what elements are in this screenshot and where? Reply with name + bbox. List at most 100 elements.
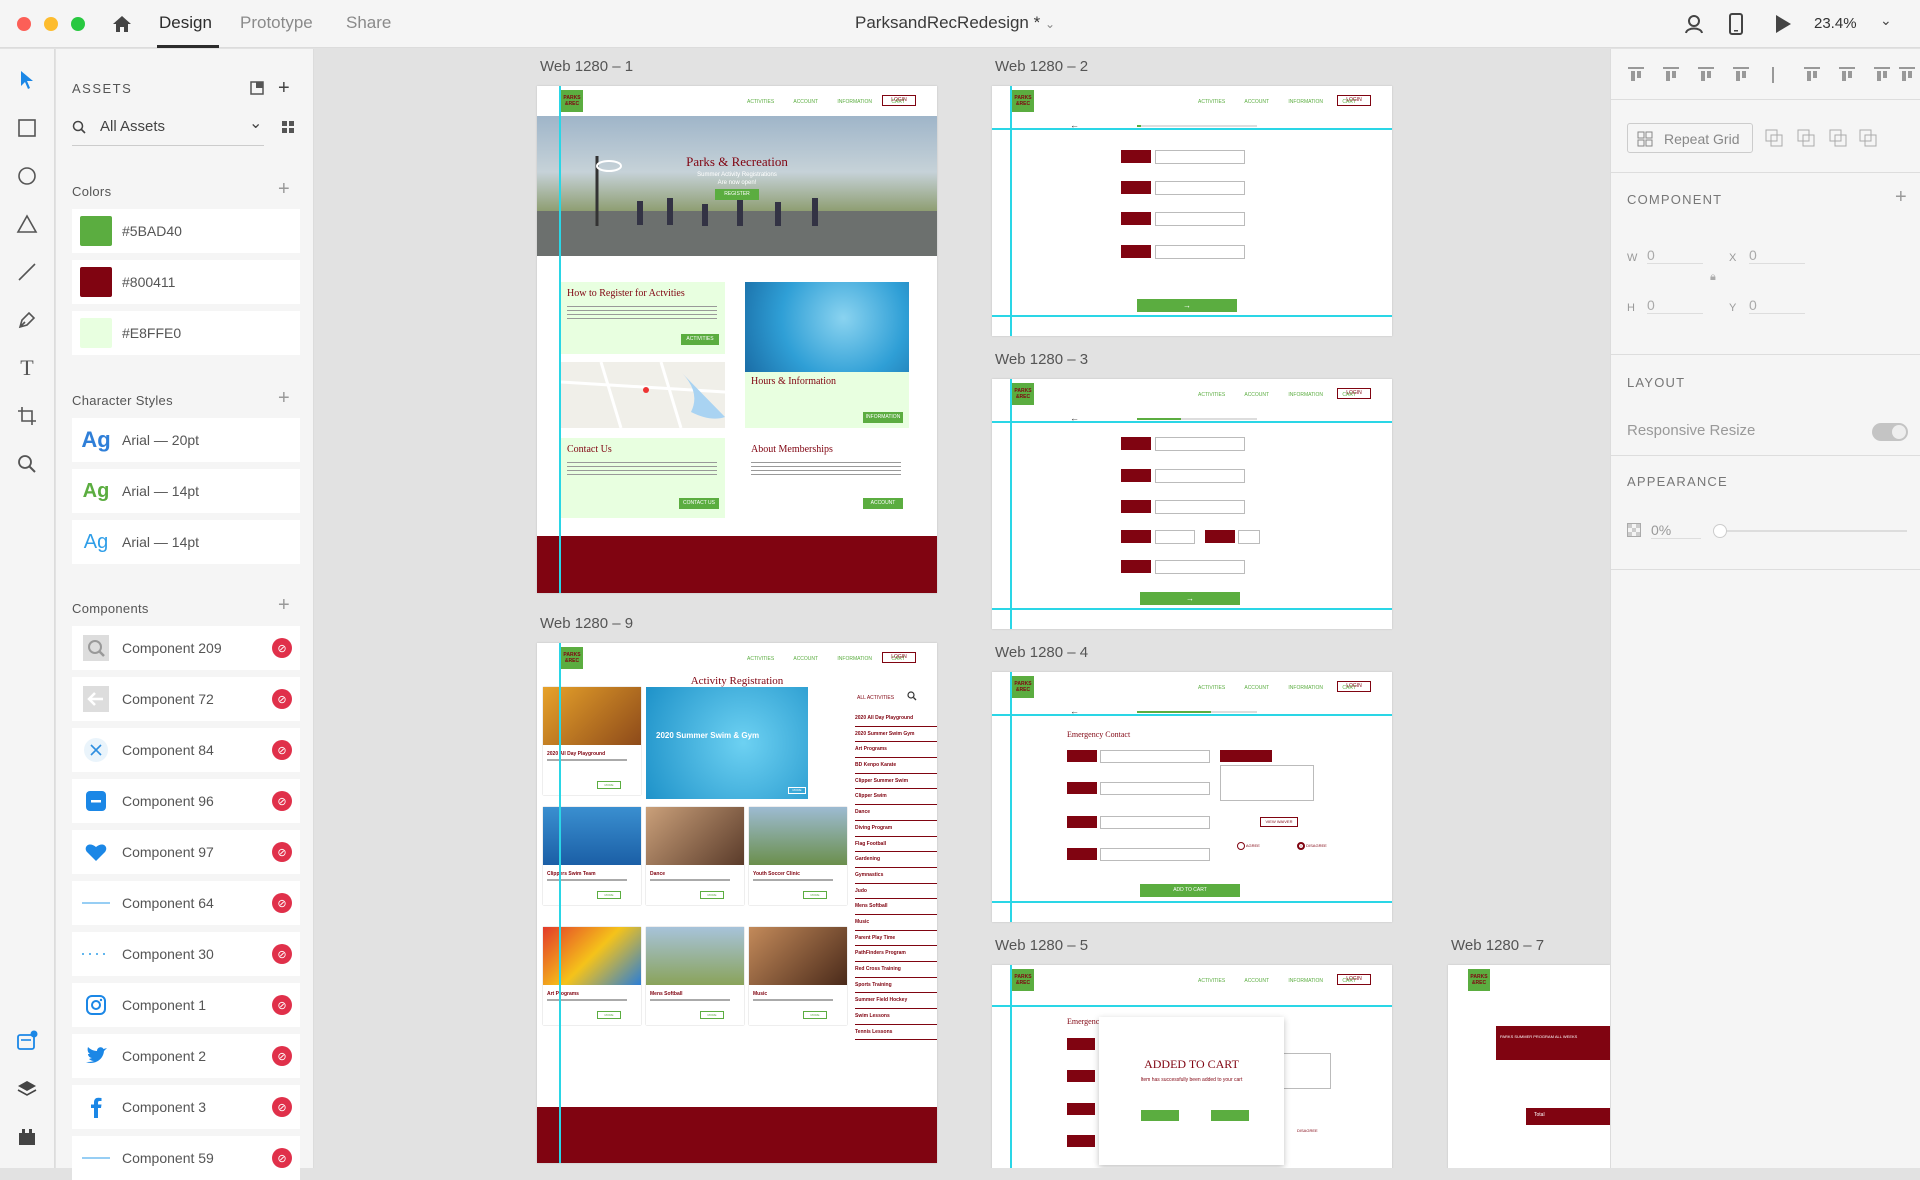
boolean-op-icon[interactable] — [1859, 129, 1877, 147]
component-item[interactable]: Component 64 ⊘ — [72, 881, 300, 925]
broken-link-icon[interactable]: ⊘ — [272, 689, 292, 709]
align-icon[interactable] — [1697, 66, 1715, 84]
h-input[interactable]: 0 — [1647, 297, 1703, 314]
tab-prototype[interactable]: Prototype — [240, 13, 313, 33]
user-icon[interactable] — [1683, 13, 1705, 35]
opacity-value[interactable]: 0% — [1651, 522, 1701, 539]
component-item[interactable]: Component 97 ⊘ — [72, 830, 300, 874]
align-icon[interactable] — [1627, 66, 1645, 84]
responsive-resize-toggle[interactable] — [1872, 423, 1908, 441]
boolean-op-icon[interactable] — [1829, 129, 1847, 147]
component-item[interactable]: Component 84 ⊘ — [72, 728, 300, 772]
artboard-label-7[interactable]: Web 1280 – 7 — [1451, 937, 1544, 954]
artboard-tool-icon[interactable] — [14, 403, 40, 429]
add-component-state-icon[interactable]: + — [1895, 187, 1907, 207]
broken-link-icon[interactable]: ⊘ — [272, 1097, 292, 1117]
character-style-2[interactable]: Ag Arial — 14pt — [72, 469, 300, 513]
component-item[interactable]: Component 1 ⊘ — [72, 983, 300, 1027]
home-icon[interactable] — [111, 13, 133, 35]
layers-icon[interactable] — [14, 1076, 40, 1102]
add-color-icon[interactable]: + — [278, 179, 290, 199]
align-icon[interactable] — [1838, 66, 1856, 84]
w-input[interactable]: 0 — [1647, 247, 1703, 264]
add-asset-icon[interactable]: + — [278, 78, 290, 98]
broken-link-icon[interactable]: ⊘ — [272, 740, 292, 760]
asset-filter-dropdown[interactable]: All Assets — [100, 118, 165, 135]
align-icon[interactable] — [1732, 66, 1750, 84]
component-item[interactable]: Component 59 ⊘ — [72, 1136, 300, 1180]
broken-link-icon[interactable]: ⊘ — [272, 791, 292, 811]
component-item[interactable]: Component 2 ⊘ — [72, 1034, 300, 1078]
component-item[interactable]: Component 209 ⊘ — [72, 626, 300, 670]
align-icon[interactable] — [1662, 66, 1680, 84]
boolean-op-icon[interactable] — [1765, 129, 1783, 147]
artboard-label-9[interactable]: Web 1280 – 9 — [540, 615, 633, 632]
artboard-label-2[interactable]: Web 1280 – 2 — [995, 58, 1088, 75]
align-icon[interactable] — [1764, 66, 1782, 84]
broken-link-icon[interactable]: ⊘ — [272, 995, 292, 1015]
artboard-label-5[interactable]: Web 1280 – 5 — [995, 937, 1088, 954]
character-style-3[interactable]: Ag Arial — 14pt — [72, 520, 300, 564]
mobile-preview-icon[interactable] — [1728, 12, 1744, 36]
zoom-chevron-icon[interactable]: ⌄ — [1880, 12, 1892, 29]
opacity-slider[interactable] — [1713, 524, 1907, 538]
artboard-label-1[interactable]: Web 1280 – 1 — [540, 58, 633, 75]
polygon-tool-icon[interactable] — [14, 211, 40, 237]
text-tool-icon[interactable]: T — [14, 355, 40, 381]
document-title[interactable]: ParksandRecRedesign * ⌄ — [855, 13, 1055, 33]
zoom-tool-icon[interactable] — [14, 451, 40, 477]
assets-panel-icon[interactable] — [14, 1028, 40, 1054]
align-icon[interactable] — [1803, 66, 1821, 84]
line-tool-icon[interactable] — [14, 259, 40, 285]
color-swatch-1[interactable]: #5BAD40 — [72, 209, 300, 253]
color-swatch-2[interactable]: #800411 — [72, 260, 300, 304]
artboard-added-to-cart[interactable]: PARKS &REC ACTIVITIES ACCOUNT INFORMATIO… — [992, 965, 1392, 1168]
artboard-step-1[interactable]: PARKS &REC ACTIVITIES ACCOUNT INFORMATIO… — [992, 86, 1392, 336]
zoom-level[interactable]: 23.4% — [1814, 15, 1857, 32]
ellipse-tool-icon[interactable] — [14, 163, 40, 189]
maximize-window-button[interactable] — [71, 17, 85, 31]
broken-link-icon[interactable]: ⊘ — [272, 1148, 292, 1168]
artboard-label-4[interactable]: Web 1280 – 4 — [995, 644, 1088, 661]
select-tool-icon[interactable] — [14, 67, 40, 93]
broken-link-icon[interactable]: ⊘ — [272, 893, 292, 913]
y-input[interactable]: 0 — [1749, 297, 1805, 314]
play-icon[interactable] — [1774, 14, 1792, 34]
lock-aspect-icon[interactable]: 🔒︎ — [1710, 271, 1716, 284]
align-icon[interactable] — [1898, 66, 1916, 84]
component-item[interactable]: Component 96 ⊘ — [72, 779, 300, 823]
broken-link-icon[interactable]: ⊘ — [272, 1046, 292, 1066]
chevron-down-icon[interactable]: ⌄ — [249, 113, 262, 133]
close-window-button[interactable] — [17, 17, 31, 31]
artboard-label-3[interactable]: Web 1280 – 3 — [995, 351, 1088, 368]
design-canvas[interactable]: Web 1280 – 1 PARKS &REC ACTIVITIES ACCOU… — [315, 49, 1610, 1168]
align-icon[interactable] — [1873, 66, 1891, 84]
artboard-activity-registration[interactable]: PARKS &REC ACTIVITIES ACCOUNT INFORMATIO… — [537, 643, 937, 1163]
grid-view-icon[interactable] — [281, 120, 295, 134]
component-item[interactable]: Component 3 ⊘ — [72, 1085, 300, 1129]
minimize-window-button[interactable] — [44, 17, 58, 31]
character-style-1[interactable]: Ag Arial — 20pt — [72, 418, 300, 462]
color-swatch-3[interactable]: #E8FFE0 — [72, 311, 300, 355]
plugins-icon[interactable] — [14, 1124, 40, 1150]
component-item[interactable]: Component 72 ⊘ — [72, 677, 300, 721]
broken-link-icon[interactable]: ⊘ — [272, 842, 292, 862]
opacity-slider-knob[interactable] — [1713, 524, 1727, 538]
rectangle-tool-icon[interactable] — [14, 115, 40, 141]
broken-link-icon[interactable]: ⊘ — [272, 638, 292, 658]
x-input[interactable]: 0 — [1749, 247, 1805, 264]
add-component-icon[interactable]: + — [278, 595, 290, 615]
repeat-grid-button[interactable]: Repeat Grid — [1627, 123, 1753, 153]
library-icon[interactable] — [249, 80, 265, 96]
pen-tool-icon[interactable] — [14, 307, 40, 333]
tab-share[interactable]: Share — [346, 13, 391, 33]
artboard-step-3[interactable]: PARKS &REC ACTIVITIES ACCOUNT INFORMATIO… — [992, 672, 1392, 922]
component-item[interactable]: Component 30 ⊘ — [72, 932, 300, 976]
artboard-home[interactable]: PARKS &REC ACTIVITIES ACCOUNT INFORMATIO… — [537, 86, 937, 593]
artboard-cart[interactable]: PARKS &REC PARKS SUMMER PROGRAM ALL WEEK… — [1448, 965, 1610, 1168]
broken-link-icon[interactable]: ⊘ — [272, 944, 292, 964]
add-character-style-icon[interactable]: + — [278, 388, 290, 408]
boolean-op-icon[interactable] — [1797, 129, 1815, 147]
artboard-step-2[interactable]: PARKS &REC ACTIVITIES ACCOUNT INFORMATIO… — [992, 379, 1392, 629]
tab-design[interactable]: Design — [159, 13, 212, 33]
